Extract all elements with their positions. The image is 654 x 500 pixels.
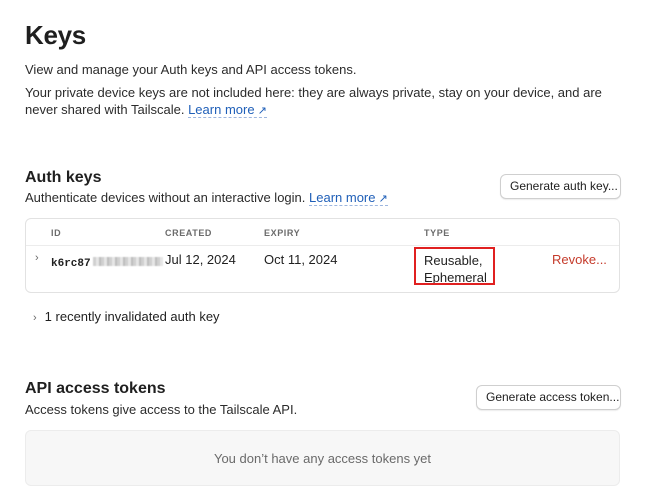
column-header-expiry: EXPIRY [264, 228, 301, 238]
learn-more-link-private[interactable]: Learn more ↗ [188, 102, 267, 118]
generate-access-token-button[interactable]: Generate access token... [476, 385, 621, 410]
api-tokens-description: Access tokens give access to the Tailsca… [25, 402, 298, 417]
private-keys-note-text: Your private device keys are not include… [25, 85, 602, 117]
page-title: Keys [25, 20, 86, 50]
key-created: Jul 12, 2024 [165, 252, 236, 267]
key-id-cell: k6rc87 [51, 253, 163, 271]
generate-auth-key-button[interactable]: Generate auth key... [500, 174, 621, 199]
empty-state-text: You don’t have any access tokens yet [213, 450, 432, 466]
column-header-created: CREATED [165, 228, 213, 238]
learn-more-link-auth[interactable]: Learn more ↗ [309, 190, 388, 206]
private-keys-note: Your private device keys are not include… [25, 84, 605, 120]
redacted-key-suffix [92, 257, 163, 267]
column-header-id: ID [51, 228, 62, 238]
learn-more-label: Learn more [309, 190, 376, 205]
auth-keys-heading: Auth keys [25, 169, 102, 186]
page-subtitle: View and manage your Auth keys and API a… [25, 62, 357, 77]
auth-keys-description: Authenticate devices without an interact… [25, 189, 388, 208]
external-link-icon: ↗ [257, 105, 267, 117]
auth-keys-description-text: Authenticate devices without an interact… [25, 190, 306, 205]
api-tokens-heading: API access tokens [25, 380, 166, 397]
invalidated-keys-label: 1 recently invalidated auth key [44, 309, 220, 324]
invalidated-keys-toggle[interactable]: › 1 recently invalidated auth key [33, 309, 220, 324]
chevron-right-icon[interactable]: › [35, 252, 39, 264]
column-header-type: TYPE [424, 228, 450, 238]
external-link-icon: ↗ [378, 193, 388, 205]
type-highlight-box [414, 247, 495, 285]
header-divider [26, 245, 619, 246]
key-expiry: Oct 11, 2024 [264, 252, 338, 267]
api-tokens-empty-state: You don’t have any access tokens yet [25, 430, 620, 486]
revoke-button[interactable]: Revoke... [552, 252, 607, 267]
learn-more-label: Learn more [188, 102, 255, 117]
key-id: k6rc87 [51, 258, 91, 270]
auth-keys-table: ID CREATED EXPIRY TYPE › k6rc87 Jul 12, … [25, 218, 620, 293]
chevron-right-icon: › [33, 312, 37, 324]
